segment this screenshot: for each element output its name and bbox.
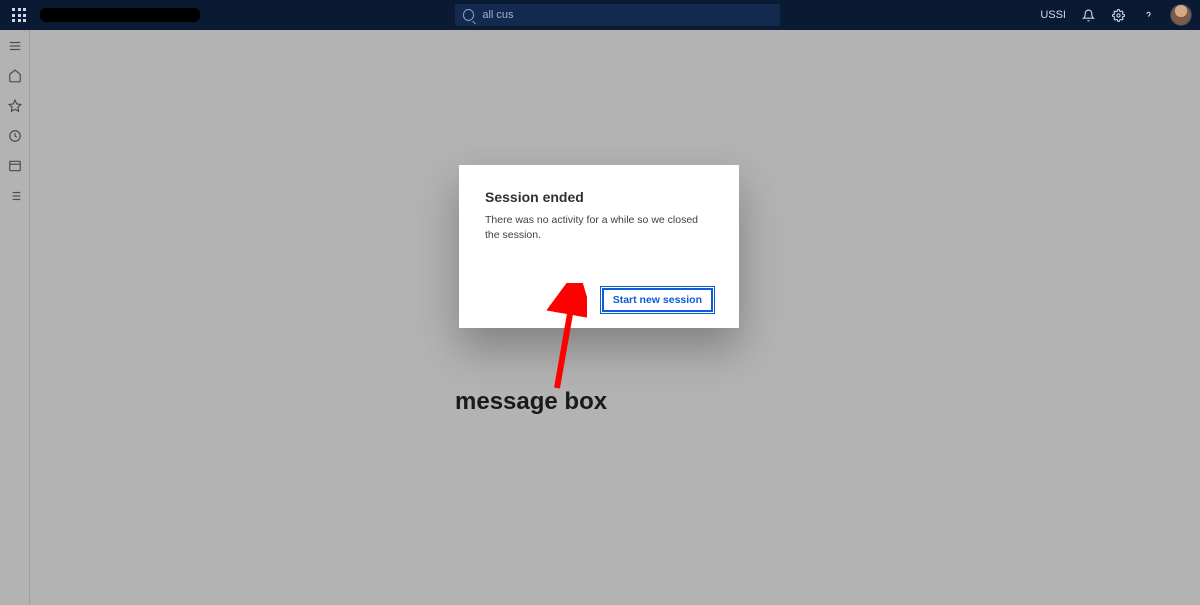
start-new-session-button[interactable]: Start new session [602, 288, 713, 312]
dialog-title: Session ended [485, 189, 713, 205]
dialog-message: There was no activity for a while so we … [485, 213, 713, 242]
home-icon[interactable] [7, 68, 23, 84]
recent-clock-icon[interactable] [7, 128, 23, 144]
search-icon [463, 9, 474, 21]
annotation-label: message box [455, 388, 607, 416]
session-ended-dialog: Session ended There was no activity for … [459, 165, 739, 328]
search-input[interactable] [482, 9, 772, 21]
hamburger-menu-icon[interactable] [7, 38, 23, 54]
topbar-right-tools: USSI [1040, 0, 1192, 30]
settings-icon[interactable] [1110, 7, 1126, 23]
brand-logo-redacted [40, 8, 200, 22]
company-picker[interactable]: USSI [1040, 9, 1066, 21]
modules-list-icon[interactable] [7, 188, 23, 204]
left-nav-rail [0, 30, 30, 605]
app-launcher-icon[interactable] [10, 6, 28, 24]
notifications-icon[interactable] [1080, 7, 1096, 23]
global-search[interactable] [455, 4, 780, 26]
user-avatar[interactable] [1170, 4, 1192, 26]
favorites-star-icon[interactable] [7, 98, 23, 114]
dialog-actions: Start new session [485, 288, 713, 312]
workspaces-icon[interactable] [7, 158, 23, 174]
help-icon[interactable] [1140, 7, 1156, 23]
top-navbar: USSI [0, 0, 1200, 30]
